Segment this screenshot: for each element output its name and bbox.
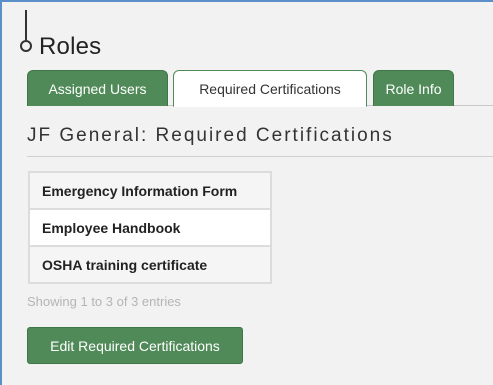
timeline-node-icon xyxy=(20,40,32,52)
tab-required-certifications[interactable]: Required Certifications xyxy=(173,70,367,107)
table-row: OSHA training certificate xyxy=(28,245,272,284)
table-row: Employee Handbook xyxy=(28,208,272,247)
section-divider xyxy=(27,156,493,157)
tab-bar: Assigned Users Required Certifications R… xyxy=(27,70,493,107)
page-title: Roles xyxy=(39,33,102,60)
app-frame: Roles Assigned Users Required Certificat… xyxy=(0,0,493,385)
certification-name: Employee Handbook xyxy=(28,208,272,247)
tab-role-info[interactable]: Role Info xyxy=(373,70,454,106)
certification-name: OSHA training certificate xyxy=(28,245,272,284)
tab-assigned-users[interactable]: Assigned Users xyxy=(27,70,168,106)
table-row: Emergency Information Form xyxy=(28,171,272,210)
edit-required-certifications-button[interactable]: Edit Required Certifications xyxy=(27,327,243,364)
certifications-table: Emergency Information Form Employee Hand… xyxy=(28,171,272,284)
section-title: JF General: Required Certifications xyxy=(27,125,394,146)
table-entries-info: Showing 1 to 3 of 3 entries xyxy=(27,294,181,309)
timeline-line xyxy=(25,10,27,40)
certification-name: Emergency Information Form xyxy=(28,171,272,210)
